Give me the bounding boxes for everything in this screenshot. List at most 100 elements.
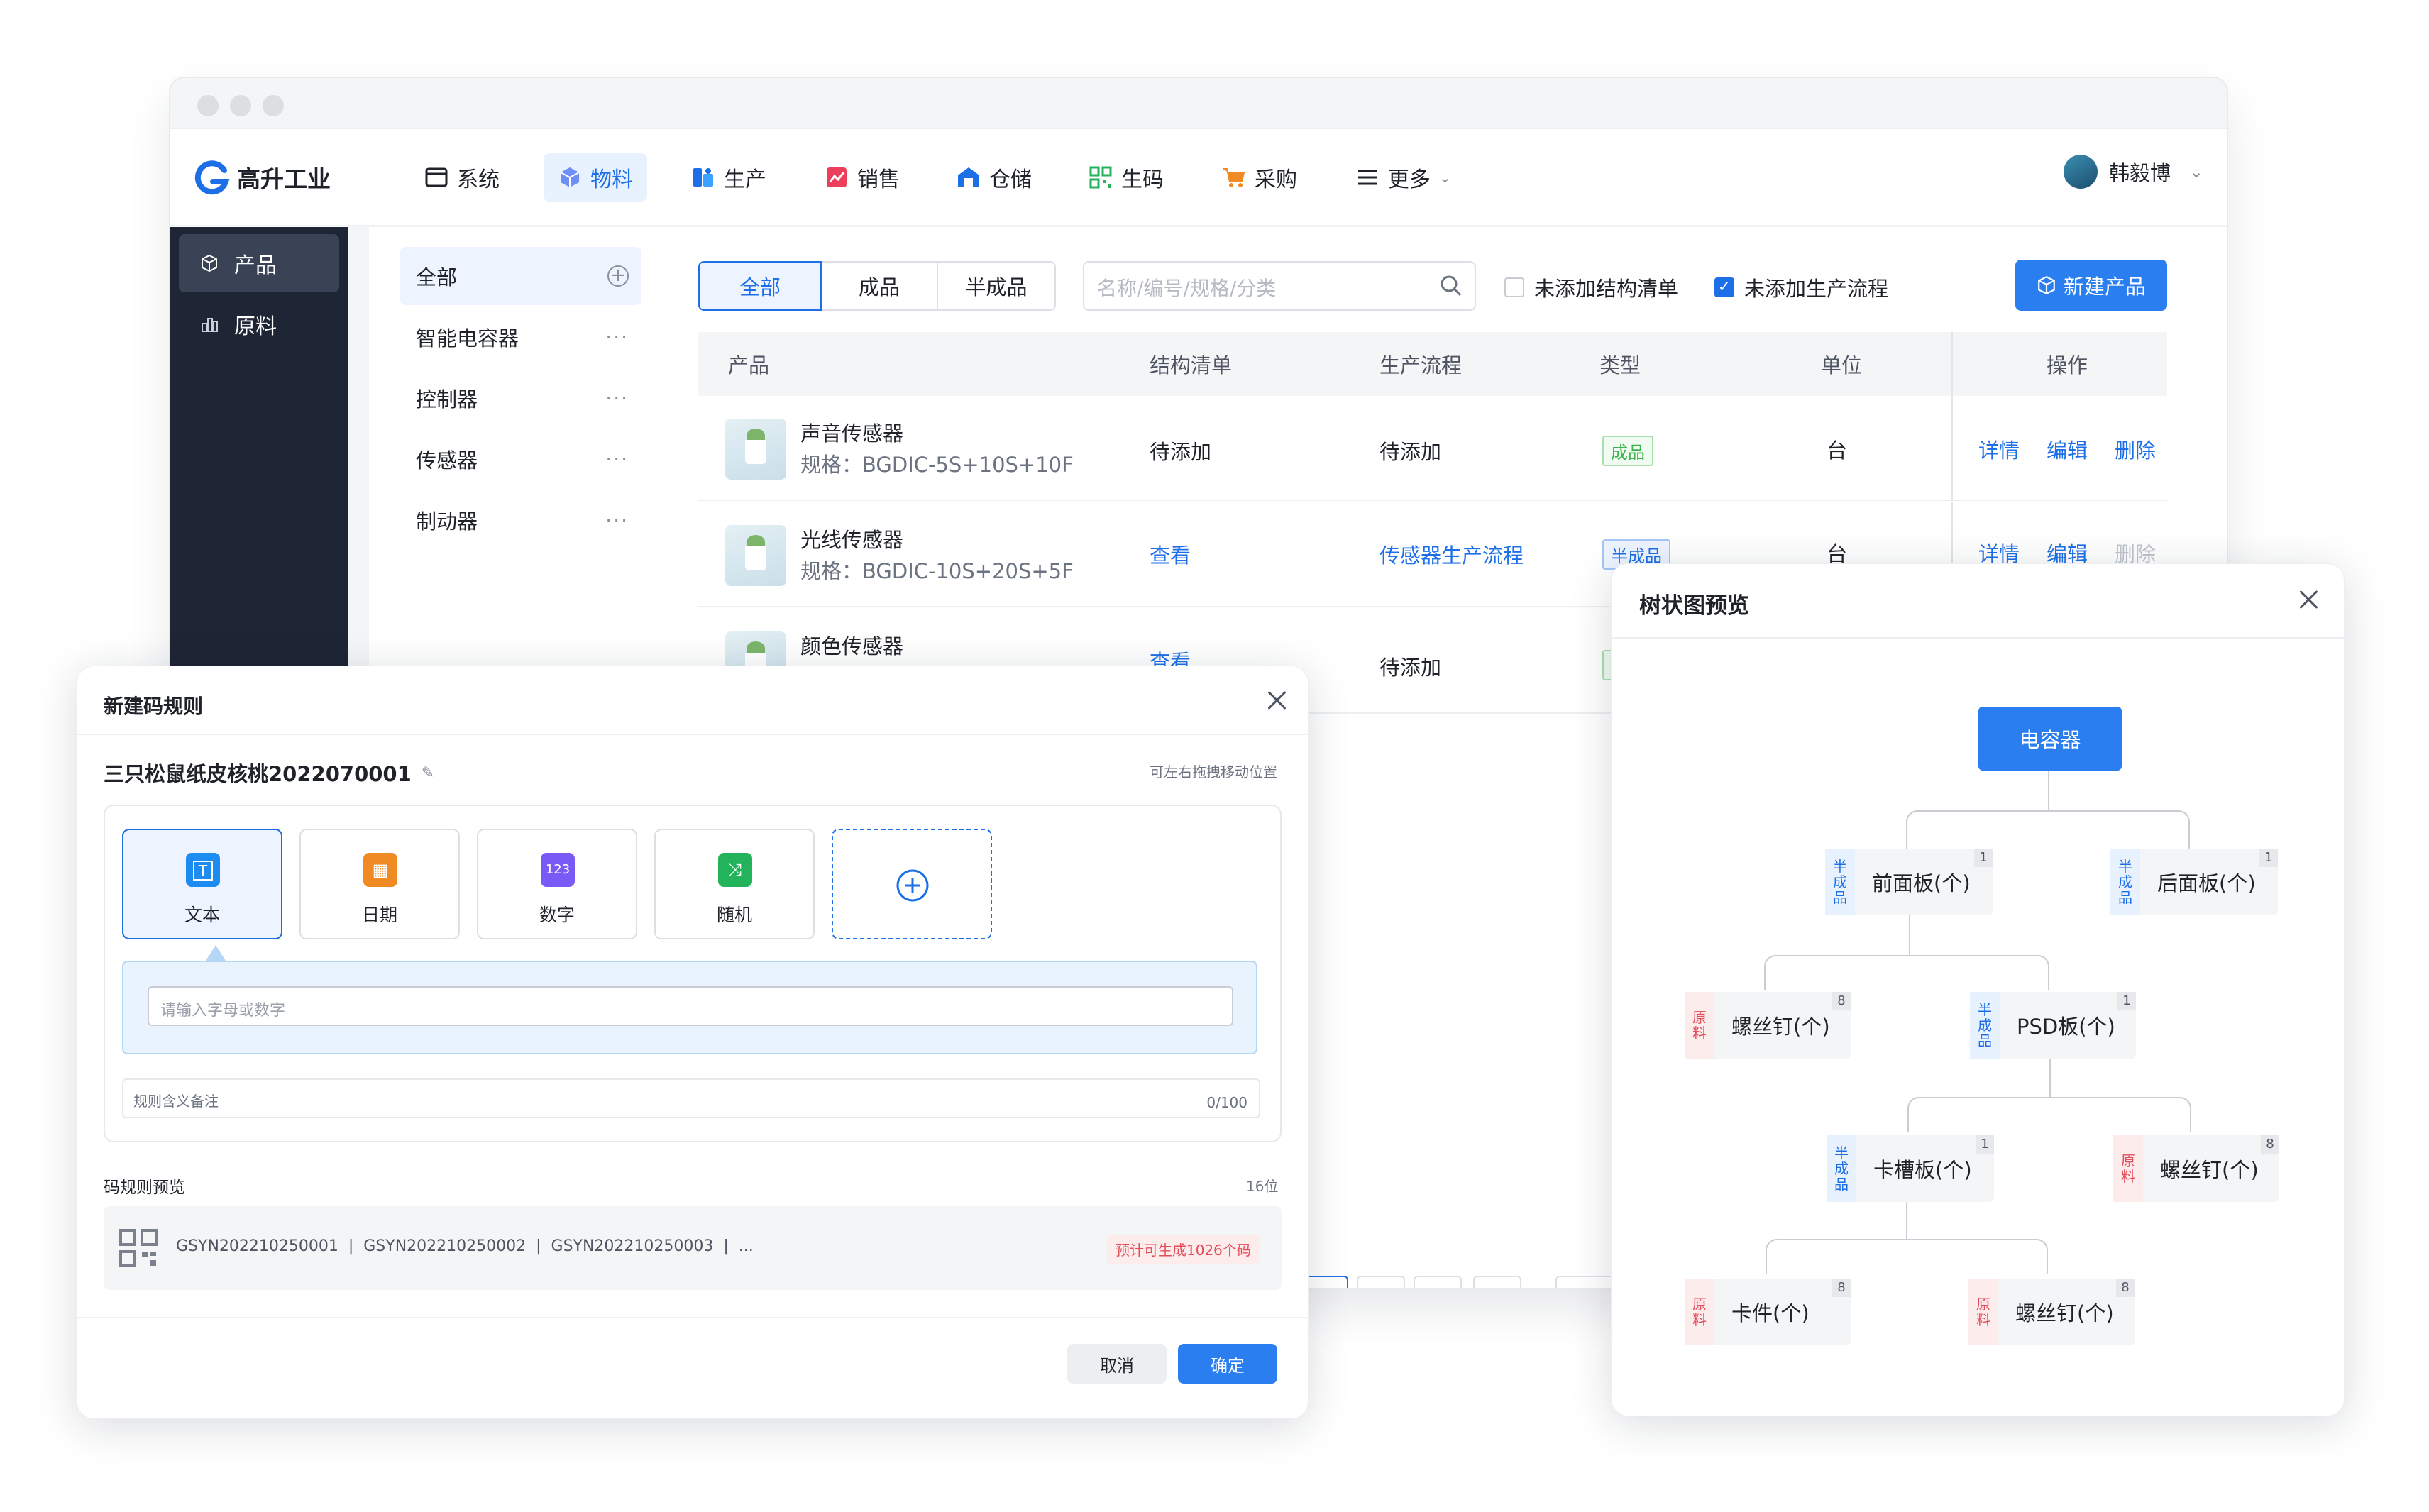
nav-system[interactable]: 系统: [410, 153, 514, 202]
segment-random[interactable]: ⤨ 随机: [654, 829, 815, 939]
page-button[interactable]: 5: [1414, 1276, 1462, 1288]
nav-material[interactable]: 物料: [544, 153, 647, 202]
delete-link[interactable]: 删除: [2115, 434, 2156, 464]
more-icon[interactable]: ···: [605, 326, 629, 349]
nav-purchase[interactable]: 采购: [1208, 153, 1311, 202]
detail-link[interactable]: 详情: [1978, 434, 2020, 464]
product-spec: 规格：BGDIC-10S+20S+5F: [800, 559, 1074, 583]
bom-status: 待添加: [1150, 440, 1212, 464]
next-page-icon[interactable]: ›: [1473, 1276, 1521, 1288]
edit-link[interactable]: 编辑: [2047, 434, 2088, 464]
cube-outline-icon: [2038, 275, 2055, 295]
flow-link[interactable]: 传感器生产流程: [1379, 539, 1524, 569]
nav-label: 仓储: [989, 167, 1032, 192]
nav-production[interactable]: 生产: [677, 153, 781, 202]
note-counter: 0/100: [1206, 1094, 1247, 1111]
filter-tab-all[interactable]: 全部: [698, 261, 822, 311]
category-item[interactable]: 智能电容器 ···: [400, 308, 641, 366]
filter-no-bom[interactable]: 未添加结构清单: [1504, 272, 1678, 302]
segment-text[interactable]: T 文本: [122, 829, 282, 939]
column-header: 单位: [1821, 353, 1863, 377]
column-header: 生产流程: [1379, 353, 1463, 377]
rule-note-input[interactable]: 规则含义备注 0/100: [122, 1078, 1260, 1118]
node-quantity: 1: [2259, 849, 2278, 867]
node-quantity: 1: [2117, 992, 2136, 1010]
window-maximize-dot[interactable]: [263, 95, 284, 116]
new-product-button[interactable]: 新建产品: [2015, 260, 2167, 311]
node-type-tag: 半成品: [2110, 849, 2140, 915]
cancel-button[interactable]: 取消: [1067, 1344, 1167, 1384]
text-segment-panel: 请输入字母或数字: [122, 961, 1257, 1054]
tree-node[interactable]: 原料卡件(个) 8: [1685, 1279, 1851, 1345]
dialog-title: 新建码规则: [104, 695, 204, 718]
close-icon[interactable]: [1265, 688, 1289, 712]
checkbox-unchecked[interactable]: [1504, 277, 1524, 297]
filter-tab-semi-finished[interactable]: 半成品: [937, 261, 1056, 311]
column-divider: [1951, 396, 1953, 501]
category-label: 传感器: [416, 448, 478, 473]
close-icon[interactable]: [2296, 587, 2320, 612]
add-segment-button[interactable]: [832, 829, 992, 939]
sidebar-item-raw-material[interactable]: 原料: [179, 295, 339, 353]
window-close-dot[interactable]: [197, 95, 219, 116]
table-header: 产品 结构清单 生产流程 类型 单位 操作: [698, 332, 2167, 396]
panel-arrow: [206, 945, 226, 961]
add-circle-icon: [896, 869, 929, 902]
table-row[interactable]: 声音传感器 规格：BGDIC-5S+10S+10F 待添加 待添加 成品 台 详…: [698, 396, 2167, 501]
product-spec: 规格：BGDIC-5S+10S+10F: [800, 453, 1074, 477]
more-icon[interactable]: ···: [605, 509, 629, 532]
sidebar-item-product[interactable]: 产品: [179, 234, 339, 292]
tree-node[interactable]: 半成品 PSD板(个) 1: [1970, 992, 2136, 1059]
tree-root-node[interactable]: 电容器: [1978, 707, 2122, 771]
category-label: 全部: [416, 265, 458, 289]
drag-hint: 可左右拖拽移动位置: [1150, 763, 1277, 780]
category-item[interactable]: 制动器 ···: [400, 491, 641, 549]
digit-count: 16位: [1246, 1178, 1279, 1195]
pencil-icon[interactable]: ✎: [422, 764, 434, 782]
tree-node[interactable]: 原料螺丝钉(个) 8: [2113, 1135, 2279, 1202]
warehouse-icon: [958, 167, 979, 187]
user-name: 韩毅博: [2109, 161, 2171, 185]
cube-icon: [560, 167, 580, 187]
tree-node[interactable]: 半成品前面板(个) 1: [1825, 849, 1993, 915]
search-input[interactable]: 名称/编号/规格/分类: [1083, 261, 1476, 311]
rule-name[interactable]: 三只松鼠纸皮核桃2022070001 ✎: [104, 758, 434, 788]
nav-warehouse[interactable]: 仓储: [942, 153, 1046, 202]
segment-date[interactable]: ▦ 日期: [299, 829, 460, 939]
tree-node[interactable]: 原料螺丝钉(个) 8: [1685, 992, 1851, 1059]
add-category-icon[interactable]: +: [607, 265, 629, 287]
node-quantity: 1: [1976, 1135, 1994, 1154]
tree-node[interactable]: 半成品卡槽板(个) 1: [1827, 1135, 1994, 1202]
brand-g-icon: [194, 160, 230, 195]
tree-node[interactable]: 原料螺丝钉(个) 8: [1968, 1279, 2135, 1345]
checkbox-checked-icon[interactable]: ✓: [1714, 277, 1734, 297]
category-item[interactable]: 传感器 ···: [400, 430, 641, 488]
user-menu[interactable]: 韩毅博 ⌄: [2064, 155, 2203, 189]
more-icon[interactable]: ···: [605, 448, 629, 471]
tree-node[interactable]: 半成品后面板(个) 1: [2110, 849, 2278, 915]
category-all[interactable]: 全部 +: [400, 247, 641, 305]
nav-more[interactable]: 更多 ⌄: [1341, 153, 1465, 202]
node-type-tag: 半成品: [1827, 1135, 1856, 1202]
segment-number[interactable]: 123 数字: [477, 829, 637, 939]
nav-sales[interactable]: 销售: [810, 153, 914, 202]
estimate-badge: 预计可生成1026个码: [1107, 1235, 1260, 1264]
nav-label: 销售: [857, 167, 900, 192]
confirm-button[interactable]: 确定: [1178, 1344, 1277, 1384]
node-label: 卡槽板(个): [1873, 1158, 1972, 1182]
brand-logo[interactable]: 高升工业: [192, 158, 331, 197]
filter-tab-finished[interactable]: 成品: [820, 261, 938, 311]
node-label: 前面板(个): [1872, 871, 1971, 895]
segment-text-input[interactable]: 请输入字母或数字: [148, 986, 1233, 1026]
window-minimize-dot[interactable]: [230, 95, 251, 116]
filter-no-flow[interactable]: ✓ 未添加生产流程: [1714, 272, 1888, 302]
category-item[interactable]: 控制器 ···: [400, 369, 641, 427]
bom-view-link[interactable]: 查看: [1150, 539, 1191, 569]
search-icon[interactable]: [1439, 274, 1463, 298]
divider: [77, 734, 1309, 735]
page-button[interactable]: 4: [1357, 1276, 1405, 1288]
number-icon: 123: [541, 853, 575, 887]
nav-code[interactable]: 生码: [1074, 153, 1178, 202]
more-icon[interactable]: ···: [605, 387, 629, 410]
text-icon: T: [186, 853, 220, 887]
